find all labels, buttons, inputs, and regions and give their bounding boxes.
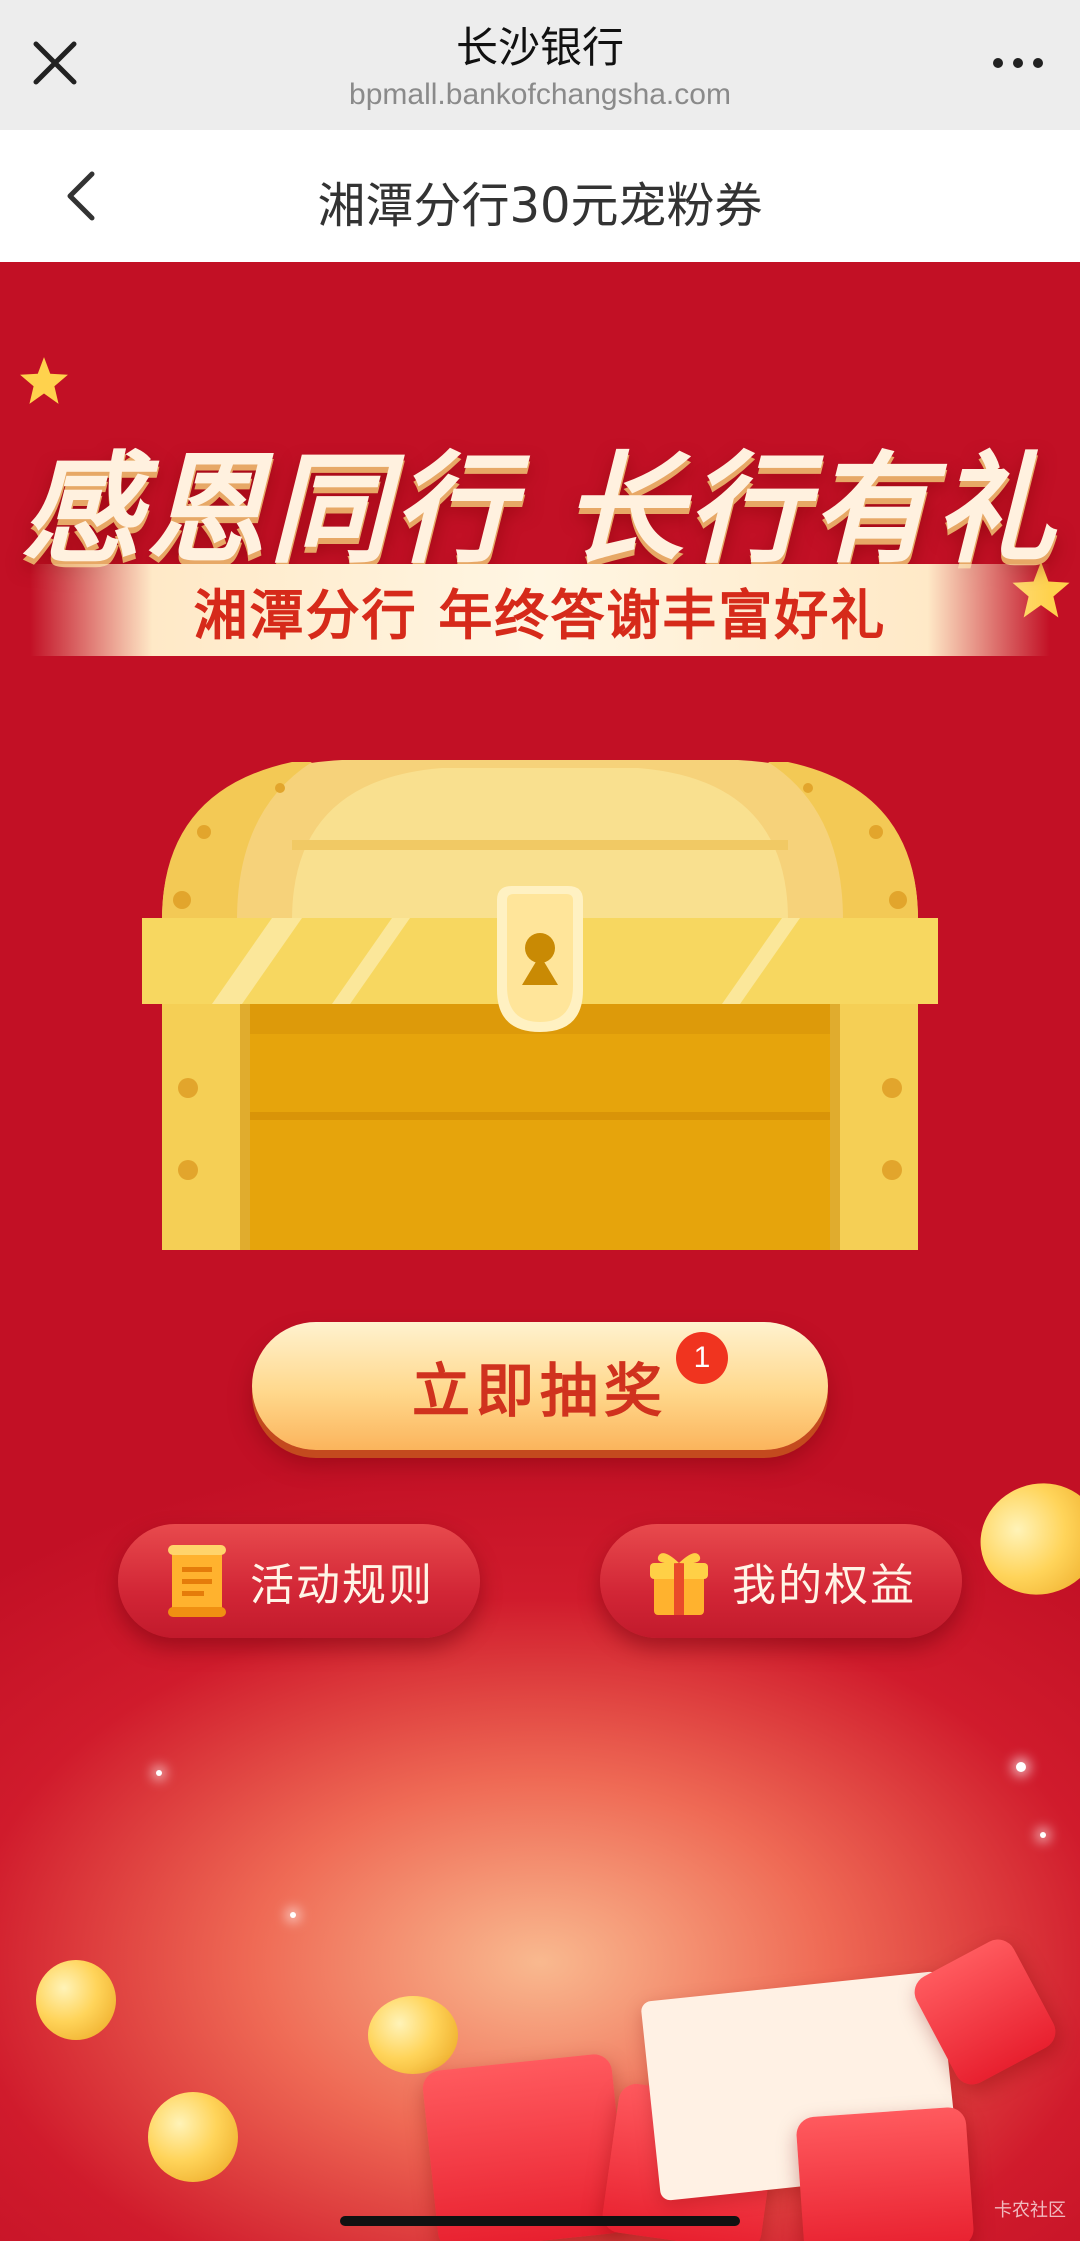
- coin-icon: [368, 1996, 458, 2074]
- draw-count-badge: 1: [676, 1332, 728, 1384]
- draw-now-label: 立即抽奖: [411, 1357, 668, 1425]
- banner-ribbon: 湘潭分行 年终答谢丰富好礼: [30, 564, 1050, 656]
- sparkle: [1040, 1832, 1046, 1838]
- banner-subtitle: 湘潭分行 年终答谢丰富好礼: [193, 583, 887, 647]
- red-envelope-icon: [795, 2106, 975, 2241]
- red-envelope-icon: [421, 2052, 629, 2241]
- site-url: bpmall.bankofchangsha.com: [349, 78, 731, 111]
- my-benefits-label: 我的权益: [732, 1560, 916, 1611]
- browser-header: 长沙银行 bpmall.bankofchangsha.com: [0, 0, 1080, 130]
- draw-now-button[interactable]: 立即抽奖 1: [252, 1322, 828, 1450]
- sparkle: [1016, 1762, 1026, 1772]
- banner-headline: 感恩同行 长行有礼: [21, 441, 1059, 580]
- page-navbar: 湘潭分行30元宠粉券: [0, 130, 1080, 262]
- coin-icon: [36, 1960, 116, 2040]
- home-indicator[interactable]: [340, 2216, 740, 2226]
- gift-icon: [650, 1553, 708, 1615]
- page-title: 湘潭分行30元宠粉券: [317, 178, 763, 234]
- activity-rules-label: 活动规则: [250, 1560, 434, 1611]
- star-icon: [20, 357, 68, 404]
- scroll-icon: [168, 1545, 226, 1617]
- activity-rules-button[interactable]: 活动规则: [118, 1524, 480, 1638]
- more-icon[interactable]: [978, 30, 1058, 96]
- sparkle: [290, 1912, 296, 1918]
- site-name: 长沙银行: [455, 23, 624, 72]
- coin-icon: [964, 1466, 1080, 1612]
- sparkle: [156, 1770, 162, 1776]
- treasure-chest-icon: [142, 760, 938, 1250]
- watermark: 卡农社区: [994, 2200, 1066, 2221]
- my-benefits-button[interactable]: 我的权益: [600, 1524, 962, 1638]
- lottery-main: 感恩同行 长行有礼 湘潭分行 年终答谢丰富好礼 立即抽奖 1 活动规则 我的权益: [0, 262, 1080, 2241]
- coin-icon: [148, 2092, 238, 2182]
